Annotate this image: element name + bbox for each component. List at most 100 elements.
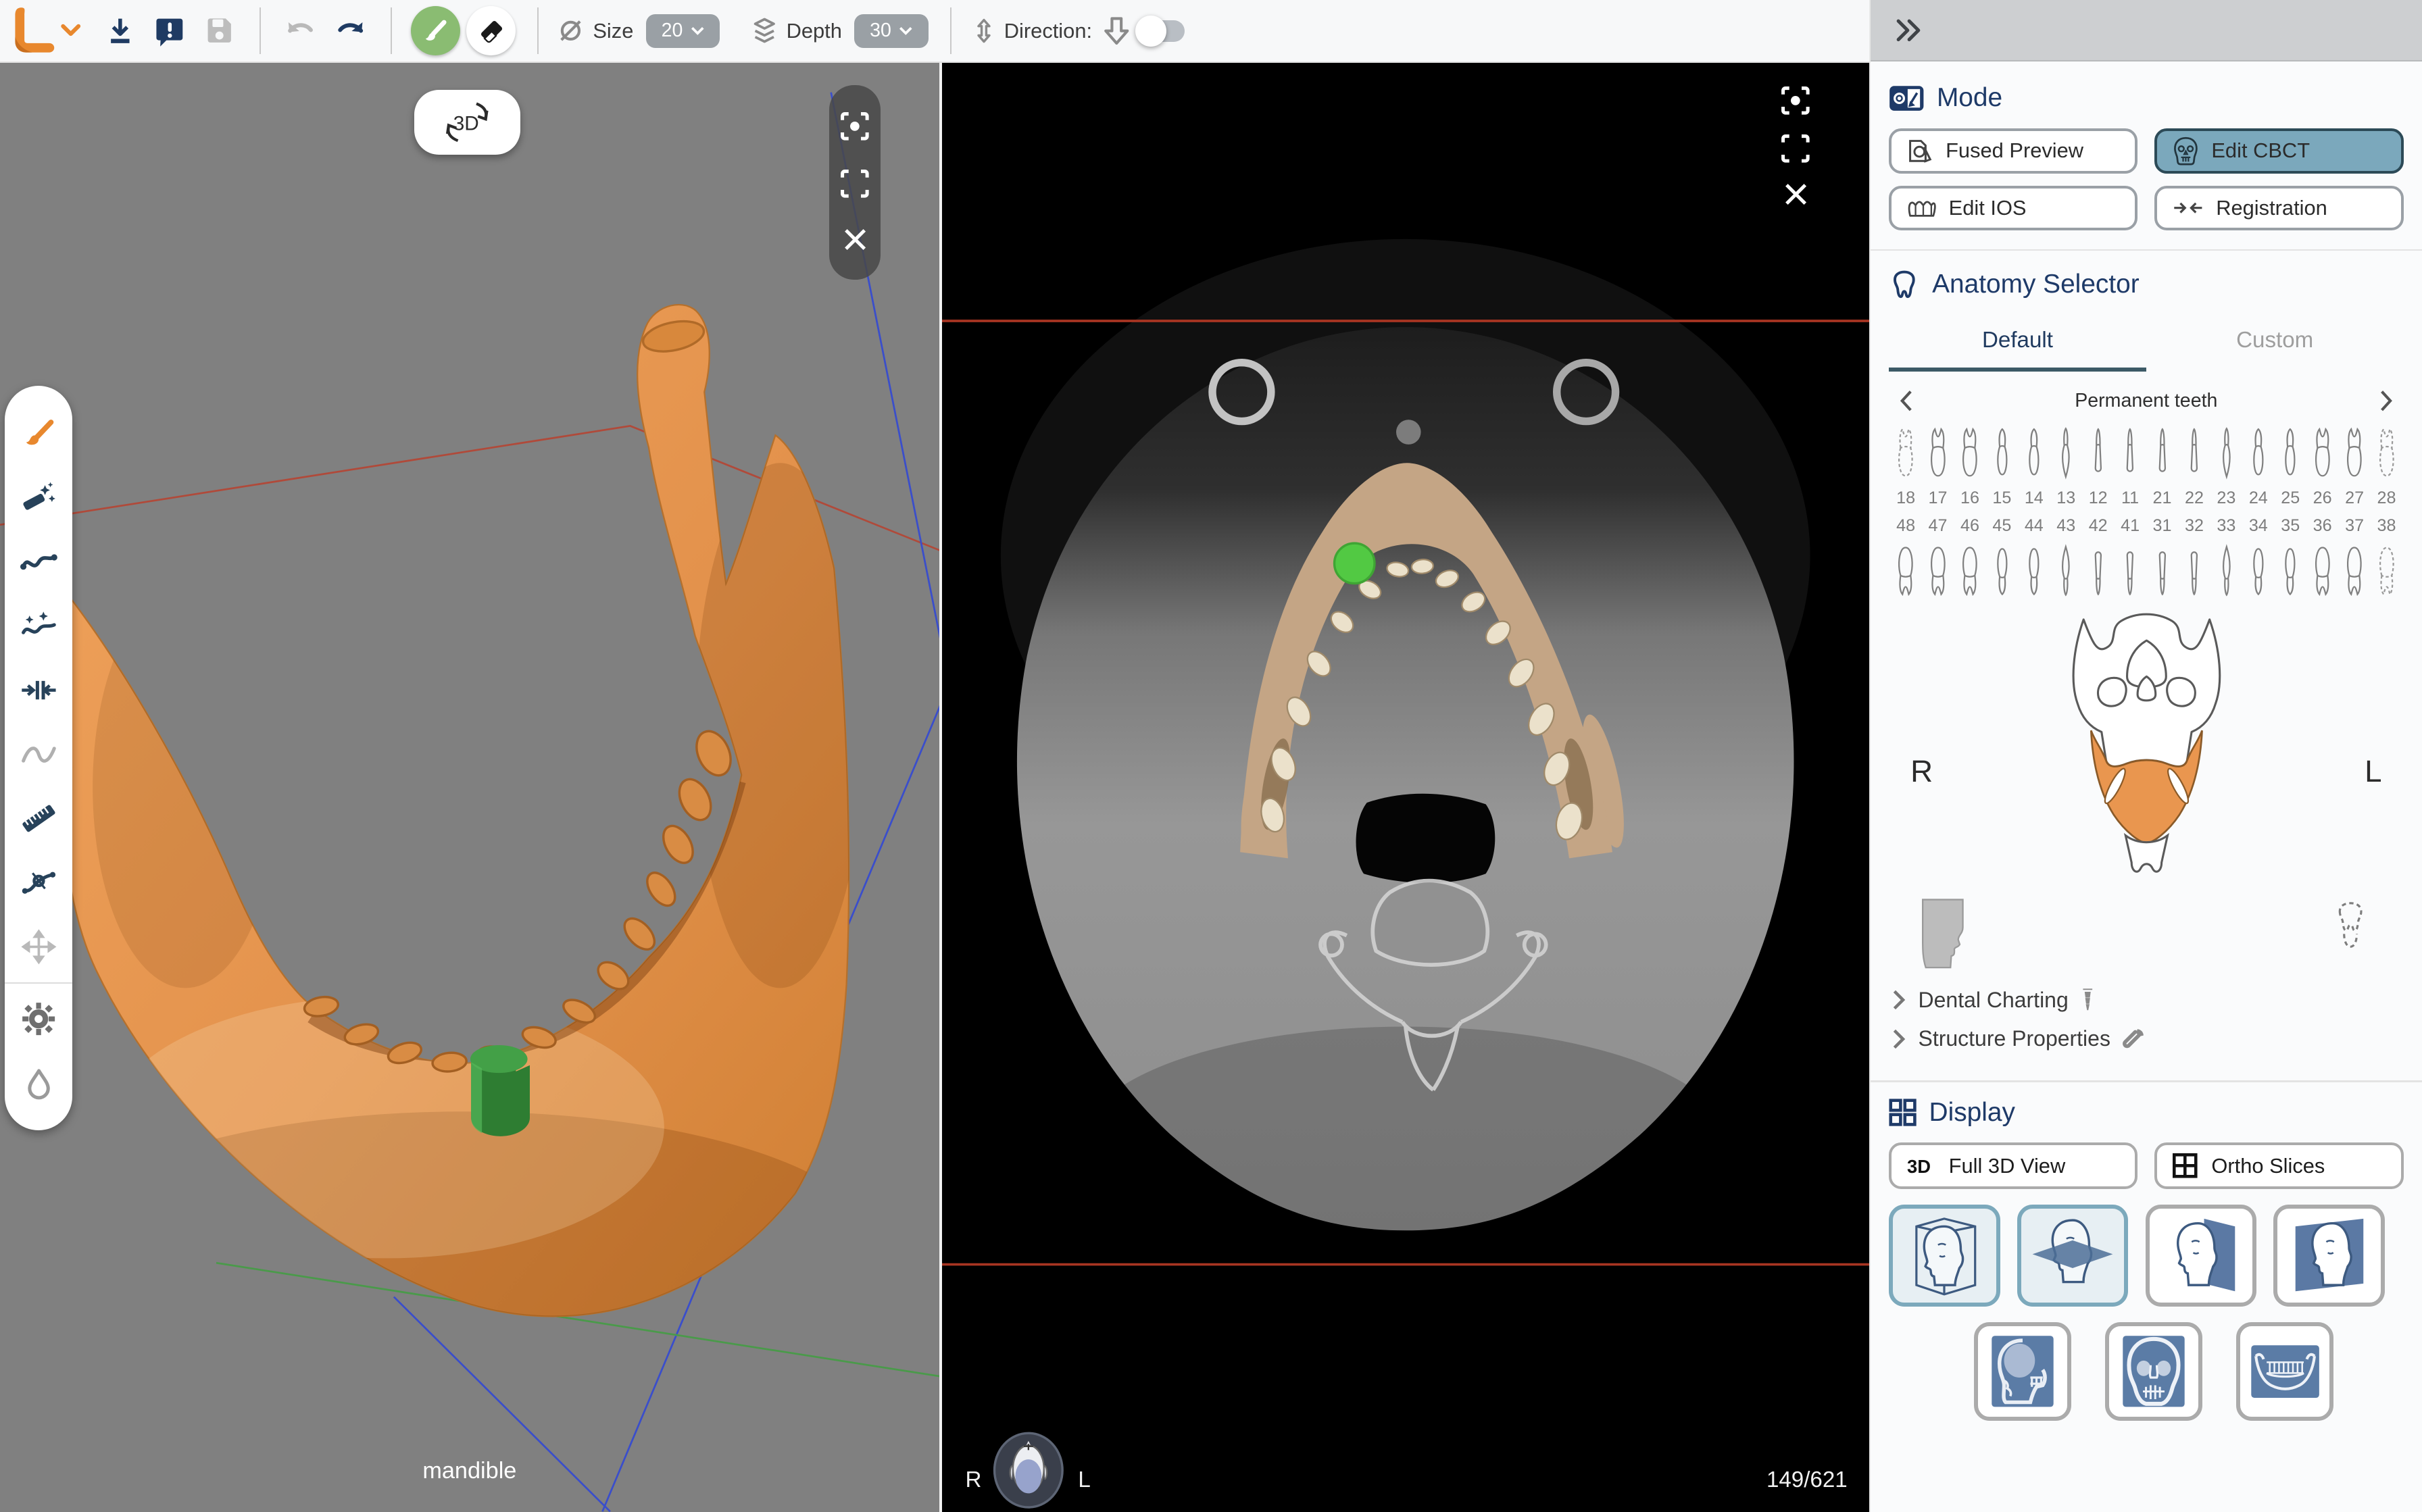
tooth-number-25[interactable]: 25 <box>2275 486 2306 511</box>
tooth-number-43[interactable]: 43 <box>2050 513 2082 538</box>
size-dropdown[interactable]: 20 <box>646 14 720 48</box>
tooth-number-33[interactable]: 33 <box>2210 513 2242 538</box>
edit-cbct-button[interactable]: Edit CBCT <box>2154 128 2403 173</box>
feedback-button[interactable] <box>150 11 190 51</box>
tooth-number-35[interactable]: 35 <box>2275 513 2306 538</box>
measure-tool[interactable] <box>6 786 71 851</box>
snap-align-tool[interactable] <box>6 658 71 722</box>
prev-group-button[interactable] <box>1889 384 1923 418</box>
view-axial-slice-button[interactable] <box>2017 1205 2129 1307</box>
view-pa-ceph-button[interactable] <box>2105 1322 2202 1421</box>
view-panoramic-button[interactable] <box>2236 1322 2333 1421</box>
tooth-icon-22[interactable] <box>2178 421 2210 482</box>
app-logo[interactable] <box>5 11 91 51</box>
tooth-number-23[interactable]: 23 <box>2210 486 2242 511</box>
tooth-number-28[interactable]: 28 <box>2371 486 2402 511</box>
tooth-icon-27[interactable] <box>2338 421 2370 482</box>
tooth-number-11[interactable]: 11 <box>2114 486 2146 511</box>
eraser-tool-button[interactable] <box>466 6 516 55</box>
tooth-number-15[interactable]: 15 <box>1986 486 2018 511</box>
tooth-icon-28[interactable] <box>2371 421 2402 482</box>
tooth-icon-18[interactable] <box>1889 421 1921 482</box>
tooth-icon-23[interactable] <box>2210 421 2242 482</box>
implant-cylinder[interactable] <box>470 1045 530 1136</box>
tooth-number-31[interactable]: 31 <box>2146 513 2178 538</box>
tooth-icon-11[interactable] <box>2114 421 2146 482</box>
edit-ios-button[interactable]: Edit IOS <box>1889 186 2137 230</box>
settings-tool[interactable] <box>6 986 71 1051</box>
tooth-icon-31[interactable] <box>2146 541 2178 603</box>
tooth-icon-26[interactable] <box>2306 421 2338 482</box>
brush-tool-button[interactable] <box>411 6 460 55</box>
view-sagittal-slice-button[interactable] <box>2146 1205 2257 1307</box>
view-lateral-ceph-button[interactable] <box>1974 1322 2071 1421</box>
spline-edit-tool[interactable] <box>6 851 71 915</box>
tooth-number-44[interactable]: 44 <box>2018 513 2050 538</box>
dental-charting-expander[interactable]: Dental Charting <box>1889 977 2403 1024</box>
focus-view-icon[interactable] <box>1780 85 1811 116</box>
ortho-slices-button[interactable]: Ortho Slices <box>2154 1142 2403 1189</box>
brush-tool[interactable] <box>6 401 71 465</box>
view-coronal-slice-button[interactable] <box>2273 1205 2385 1307</box>
tooth-icon-33[interactable] <box>2210 541 2242 603</box>
skull-anatomy-diagram[interactable] <box>2042 609 2252 897</box>
tooth-icon-38[interactable] <box>2371 541 2402 603</box>
tooth-number-12[interactable]: 12 <box>2082 486 2114 511</box>
tooth-icon-47[interactable] <box>1922 541 1954 603</box>
tooth-icon-35[interactable] <box>2275 541 2306 603</box>
tooth-number-42[interactable]: 42 <box>2082 513 2114 538</box>
tooth-icon-45[interactable] <box>1986 541 2018 603</box>
tooth-number-41[interactable]: 41 <box>2114 513 2146 538</box>
export-button[interactable] <box>101 11 141 51</box>
tooth-icon-37[interactable] <box>2338 541 2370 603</box>
tooth-number-22[interactable]: 22 <box>2178 486 2210 511</box>
tooth-number-14[interactable]: 14 <box>2018 486 2050 511</box>
direction-toggle[interactable] <box>1139 20 1185 42</box>
close-view-icon[interactable] <box>841 226 869 253</box>
tooth-number-16[interactable]: 16 <box>1954 486 1985 511</box>
tooth-icon-14[interactable] <box>2018 421 2050 482</box>
tooth-icon-25[interactable] <box>2275 421 2306 482</box>
tooth-number-37[interactable]: 37 <box>2338 513 2370 538</box>
collapse-panel-icon[interactable] <box>1892 15 1923 46</box>
tooth-icon-12[interactable] <box>2082 421 2114 482</box>
registration-button[interactable]: Registration <box>2154 186 2403 230</box>
redo-button[interactable] <box>330 11 370 51</box>
tooth-number-27[interactable]: 27 <box>2338 486 2370 511</box>
tooth-icon-41[interactable] <box>2114 541 2146 603</box>
tooth-number-32[interactable]: 32 <box>2178 513 2210 538</box>
depth-dropdown[interactable]: 30 <box>854 14 929 48</box>
tab-default[interactable]: Default <box>1889 316 2146 372</box>
undo-button[interactable] <box>281 11 321 51</box>
tooth-number-36[interactable]: 36 <box>2306 513 2338 538</box>
close-view-icon[interactable] <box>1782 180 1810 208</box>
magic-wand-tool[interactable] <box>6 465 71 530</box>
tooth-number-18[interactable]: 18 <box>1889 486 1921 511</box>
tooth-number-38[interactable]: 38 <box>2371 513 2402 538</box>
tooth-number-47[interactable]: 47 <box>1922 513 1954 538</box>
ct-axial-viewport[interactable]: R L 149/621 <box>942 61 1872 1511</box>
tooth-icon-24[interactable] <box>2242 421 2274 482</box>
head-profile-icon[interactable] <box>1917 897 1969 971</box>
focus-view-icon[interactable] <box>839 111 870 142</box>
save-button[interactable] <box>199 11 239 51</box>
tooth-icon-17[interactable] <box>1922 421 1954 482</box>
tooth-ghost-icon[interactable] <box>2333 899 2367 952</box>
fullscreen-icon[interactable] <box>839 168 870 199</box>
tooth-icon-16[interactable] <box>1954 421 1985 482</box>
tooth-icon-32[interactable] <box>2178 541 2210 603</box>
tooth-icon-13[interactable] <box>2050 421 2082 482</box>
tooth-icon-48[interactable] <box>1889 541 1921 603</box>
tooth-number-34[interactable]: 34 <box>2242 513 2274 538</box>
contour-line-tool[interactable] <box>6 530 71 594</box>
smart-contour-tool[interactable] <box>6 594 71 658</box>
tab-custom[interactable]: Custom <box>2146 316 2404 372</box>
tooth-number-21[interactable]: 21 <box>2146 486 2178 511</box>
mesh-3d-viewport[interactable]: 3D mandible <box>0 61 939 1511</box>
orientation-widget[interactable] <box>991 1432 1066 1509</box>
fused-preview-button[interactable]: Fused Preview <box>1889 128 2137 173</box>
tooth-number-24[interactable]: 24 <box>2242 486 2274 511</box>
tooth-icon-21[interactable] <box>2146 421 2178 482</box>
tooth-icon-36[interactable] <box>2306 541 2338 603</box>
tooth-number-48[interactable]: 48 <box>1889 513 1921 538</box>
